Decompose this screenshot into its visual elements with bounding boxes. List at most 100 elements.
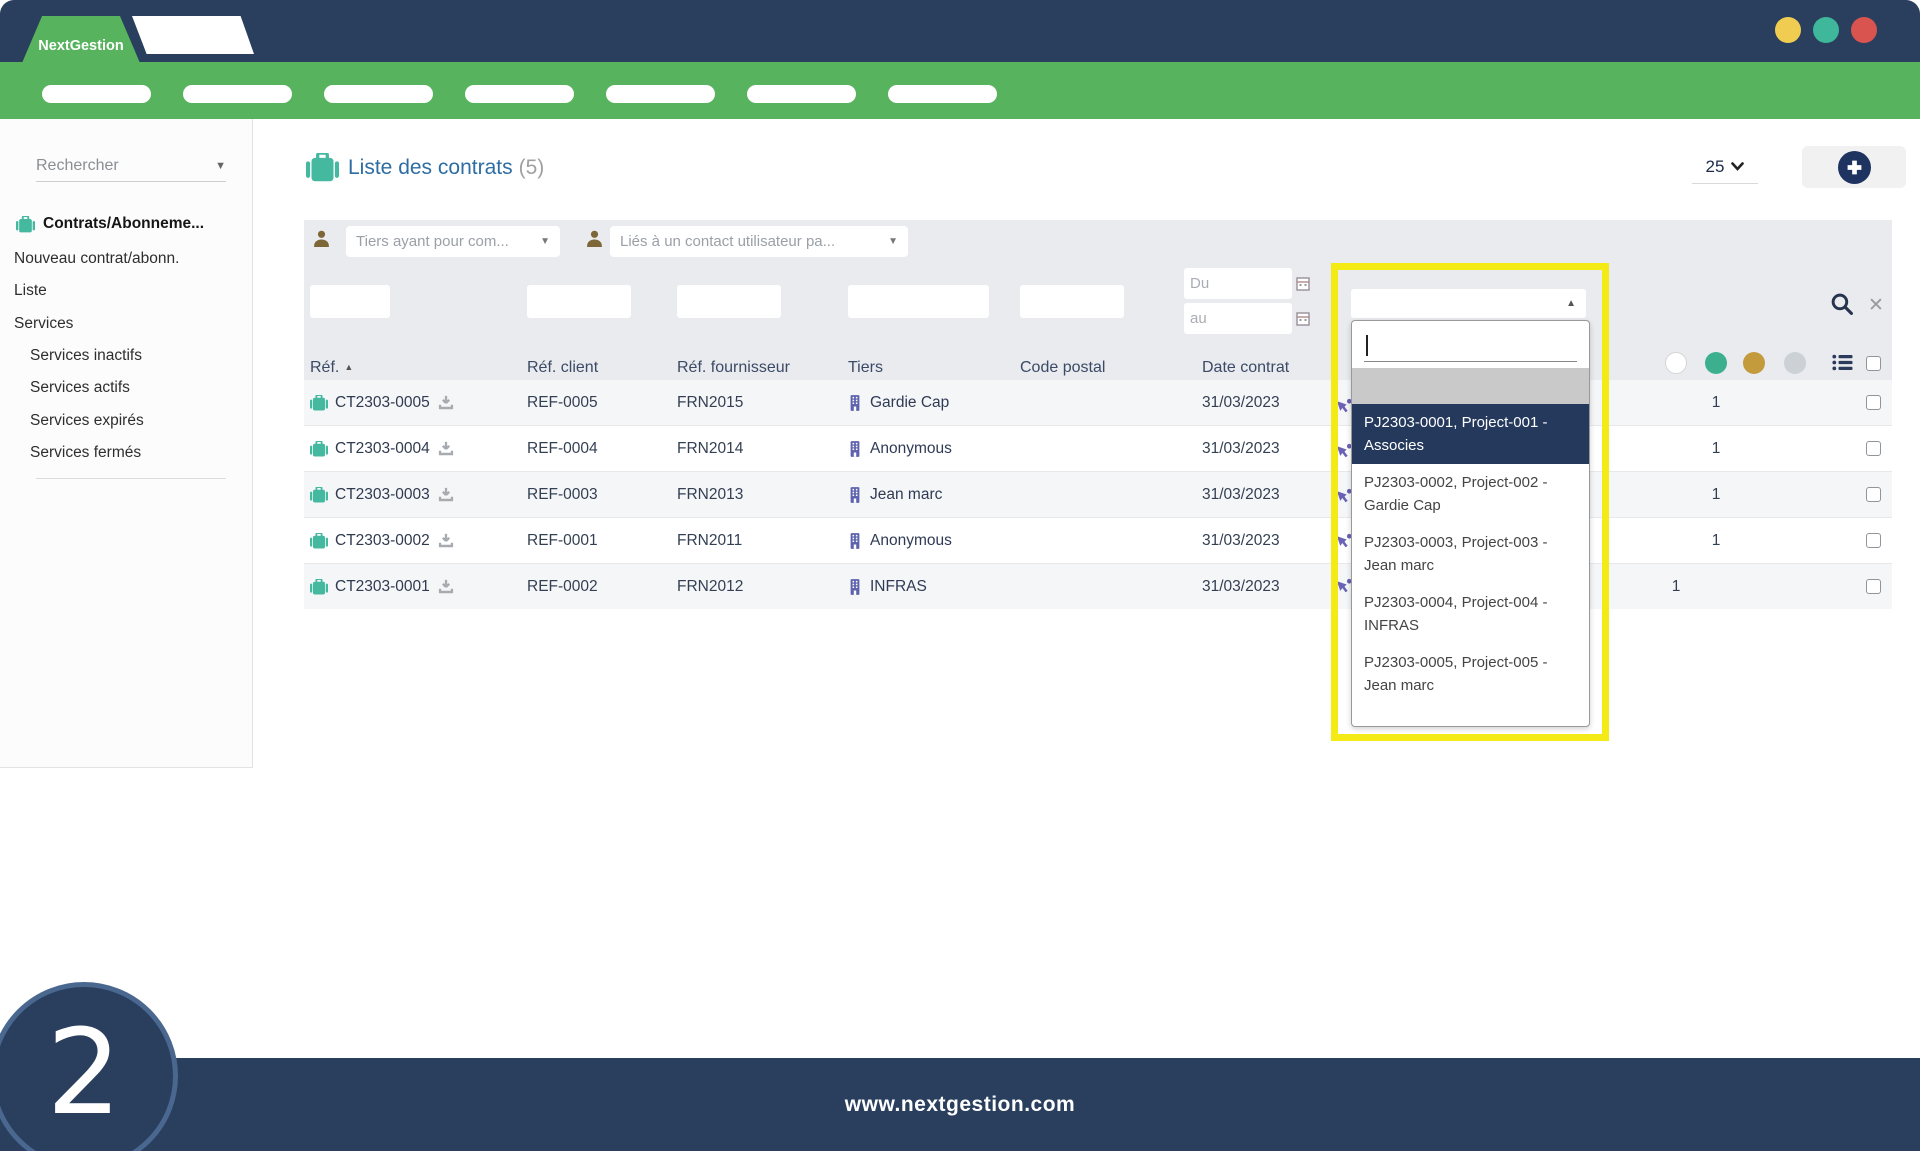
filter-tiers-input[interactable] xyxy=(848,285,989,318)
nav-pill[interactable] xyxy=(606,85,715,103)
table-row: CT2303-0003 REF-0003 FRN2013 Jean marc 3… xyxy=(304,471,1892,517)
briefcase-icon xyxy=(310,441,328,457)
ref-client-cell: REF-0002 xyxy=(527,564,598,609)
status-expired-circle-icon xyxy=(1743,352,1765,374)
page-size-value: 25 xyxy=(1706,157,1725,177)
sort-asc-icon: ▲ xyxy=(344,362,353,372)
ref-cell: CT2303-0003 xyxy=(310,472,455,517)
ref-client-cell: REF-0005 xyxy=(527,380,598,425)
column-header-ref[interactable]: Réf.▲ xyxy=(310,355,353,380)
tiers-commercial-select[interactable]: Tiers ayant pour com... ▼ xyxy=(346,226,560,257)
tiers-name: Jean marc xyxy=(870,486,942,504)
filter-code-postal-input[interactable] xyxy=(1020,285,1124,318)
add-contract-button[interactable] xyxy=(1838,151,1871,184)
ref-cell: CT2303-0002 xyxy=(310,518,455,563)
person-icon xyxy=(585,229,604,248)
row-checkbox[interactable] xyxy=(1866,533,1881,548)
step-number: 2 xyxy=(46,1013,121,1131)
project-dropdown-panel: PJ2303-0001, Project-001 - Associes PJ23… xyxy=(1351,320,1590,727)
dropdown-option[interactable]: PJ2303-0002, Project-002 - Gardie Cap xyxy=(1352,464,1589,524)
chevron-down-icon: ▼ xyxy=(215,160,226,172)
column-header-ref-fournisseur[interactable]: Réf. fournisseur xyxy=(677,355,790,380)
filter-ref-fournisseur-input[interactable] xyxy=(677,285,781,318)
services-inactifs-count xyxy=(1662,472,1690,517)
dropdown-search-input[interactable] xyxy=(1364,331,1577,362)
window-dot-yellow xyxy=(1775,17,1801,43)
table-row: CT2303-0002 REF-0001 FRN2011 Anonymous 3… xyxy=(304,517,1892,563)
nav-pill[interactable] xyxy=(465,85,574,103)
date-contrat-cell: 31/03/2023 xyxy=(1202,380,1280,425)
row-checkbox[interactable] xyxy=(1866,441,1881,456)
nav-pill[interactable] xyxy=(747,85,856,103)
record-count: (5) xyxy=(519,156,545,179)
sidebar-section-contrats[interactable]: Contrats/Abonneme... xyxy=(16,215,204,233)
ref-cell: CT2303-0005 xyxy=(310,380,455,425)
row-checkbox[interactable] xyxy=(1866,579,1881,594)
add-contract-button-area xyxy=(1802,146,1906,188)
calendar-icon[interactable] xyxy=(1296,276,1310,291)
nav-pill[interactable] xyxy=(183,85,292,103)
column-header-date-contrat[interactable]: Date contrat xyxy=(1202,355,1289,380)
building-icon xyxy=(848,579,862,595)
building-icon xyxy=(848,441,862,457)
project-filter-select[interactable]: ▲ xyxy=(1351,289,1586,318)
nav-pill[interactable] xyxy=(888,85,997,103)
select-all-checkbox[interactable] xyxy=(1866,356,1881,371)
plus-icon xyxy=(1846,159,1863,176)
search-icon[interactable] xyxy=(1830,292,1853,315)
row-checkbox[interactable] xyxy=(1866,395,1881,410)
ref-fournisseur-cell: FRN2011 xyxy=(677,518,742,563)
download-icon[interactable] xyxy=(437,579,455,595)
ref-client-cell: REF-0001 xyxy=(527,518,598,563)
download-icon[interactable] xyxy=(437,487,455,503)
briefcase-icon xyxy=(310,395,328,411)
nav-pill[interactable] xyxy=(42,85,151,103)
calendar-icon[interactable] xyxy=(1296,311,1310,326)
ref-client-cell: REF-0003 xyxy=(527,472,598,517)
window-dot-green xyxy=(1813,17,1839,43)
contact-user-select[interactable]: Liés à un contact utilisateur pa... ▼ xyxy=(610,226,908,257)
services-inactifs-count xyxy=(1662,518,1690,563)
services-actifs-count: 1 xyxy=(1702,426,1730,471)
dropdown-option[interactable]: PJ2303-0001, Project-001 - Associes xyxy=(1352,404,1589,464)
status-inactive-circle-icon xyxy=(1665,352,1687,374)
contract-ref: CT2303-0003 xyxy=(335,486,430,504)
sidebar-item-services-inactifs[interactable]: Services inactifs xyxy=(30,347,142,365)
sidebar-item-liste[interactable]: Liste xyxy=(14,282,47,300)
column-header-ref-client[interactable]: Réf. client xyxy=(527,355,598,380)
dropdown-option[interactable]: PJ2303-0004, Project-004 - INFRAS xyxy=(1352,584,1589,644)
chevron-down-icon: ▼ xyxy=(540,236,550,247)
sidebar-item-nouveau-contrat[interactable]: Nouveau contrat/abonn. xyxy=(14,250,179,268)
sidebar-item-services[interactable]: Services xyxy=(14,315,73,333)
column-header-code-postal[interactable]: Code postal xyxy=(1020,355,1105,380)
filter-panel: Tiers ayant pour com... ▼ Liés à un cont… xyxy=(304,220,1892,380)
filter-ref-input[interactable] xyxy=(310,285,390,318)
sidebar-item-services-actifs[interactable]: Services actifs xyxy=(30,379,130,397)
date-from-input[interactable] xyxy=(1184,268,1292,299)
contract-ref: CT2303-0001 xyxy=(335,578,430,596)
dropdown-option-blank[interactable] xyxy=(1352,368,1589,404)
list-menu-icon[interactable] xyxy=(1832,354,1853,371)
services-actifs-count: 1 xyxy=(1702,472,1730,517)
date-to-input[interactable] xyxy=(1184,303,1292,334)
download-icon[interactable] xyxy=(437,441,455,457)
sidebar-item-services-fermes[interactable]: Services fermés xyxy=(30,444,141,462)
filter-ref-client-input[interactable] xyxy=(527,285,631,318)
page-size-select[interactable]: 25 xyxy=(1692,150,1758,184)
dropdown-option[interactable]: PJ2303-0003, Project-003 - Jean marc xyxy=(1352,524,1589,584)
app-window: NextGestion Rechercher ▼ Contrats/Abonne… xyxy=(0,0,1920,1151)
nav-pill[interactable] xyxy=(324,85,433,103)
clear-filters-icon[interactable]: ✕ xyxy=(1868,294,1884,317)
sidebar-search-select[interactable]: Rechercher ▼ xyxy=(36,150,226,182)
table-row: CT2303-0005 REF-0005 FRN2015 Gardie Cap … xyxy=(304,380,1892,425)
download-icon[interactable] xyxy=(437,395,455,411)
column-header-tiers[interactable]: Tiers xyxy=(848,355,883,380)
ref-fournisseur-cell: FRN2012 xyxy=(677,564,743,609)
download-icon[interactable] xyxy=(437,533,455,549)
tiers-cell: Anonymous xyxy=(848,518,952,563)
tiers-cell: Gardie Cap xyxy=(848,380,949,425)
services-inactifs-count: 1 xyxy=(1662,564,1690,609)
dropdown-option[interactable]: PJ2303-0005, Project-005 - Jean marc xyxy=(1352,644,1589,704)
sidebar-item-services-expires[interactable]: Services expirés xyxy=(30,412,144,430)
row-checkbox[interactable] xyxy=(1866,487,1881,502)
